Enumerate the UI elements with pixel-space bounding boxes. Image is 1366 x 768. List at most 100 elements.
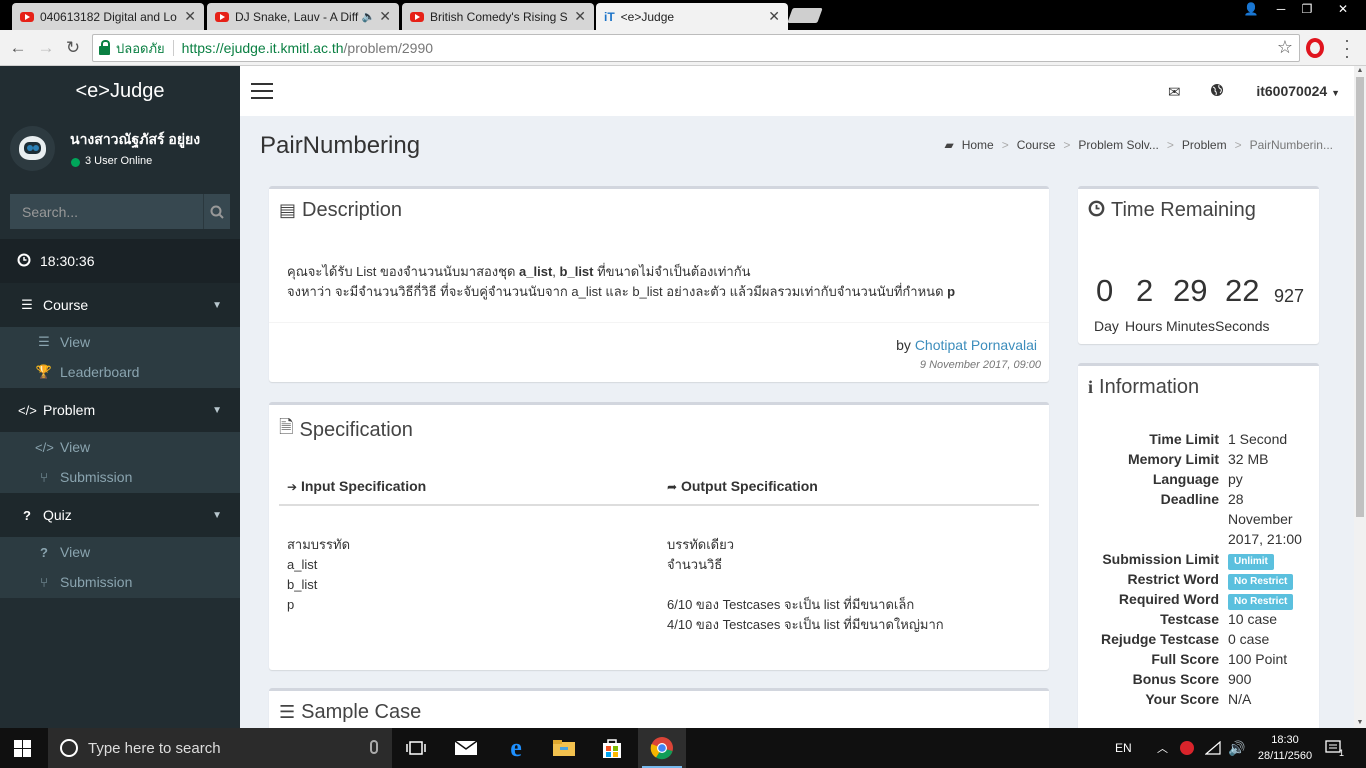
sidebar-item-problem-submission[interactable]: ⑂ Submission [0,462,240,492]
input-language[interactable]: EN [1115,728,1132,768]
edge-icon[interactable]: e [492,728,540,768]
box-title: ▤ Description [279,199,402,222]
browser-tab[interactable]: 040613182 Digital and Lo ✕ [12,3,204,30]
user-menu[interactable]: it60070024 ▼ [1256,83,1340,99]
mail-icon[interactable] [442,728,490,768]
restore-icon[interactable]: ❐ [1296,0,1318,18]
volume-icon[interactable]: 🔊 [1228,728,1245,768]
sidebar-item-quiz-view[interactable]: ? View [0,537,240,567]
desc-text-part: , [552,264,560,279]
info-key: Full Score [1151,651,1219,667]
branch-icon: ⑂ [40,469,48,485]
close-icon[interactable]: ✕ [574,8,586,25]
sidebar-item-quiz-submission[interactable]: ⑂ Submission [0,567,240,597]
info-key: Time Limit [1149,431,1219,447]
input-spec-text: สามบรรทัด a_list b_list p [287,537,351,612]
search-button[interactable] [203,194,230,229]
browser-tab-active[interactable]: iT <e>Judge ✕ [596,3,788,30]
antivirus-icon[interactable] [1180,728,1194,768]
menu-kebab-icon[interactable]: · · · [1340,31,1354,65]
store-icon[interactable] [588,728,636,768]
browser-tab[interactable]: DJ Snake, Lauv - A Diff 🔈 ✕ [207,3,399,30]
tab-title: 040613182 Digital and Lo [40,9,177,24]
breadcrumb-problem[interactable]: Problem [1182,138,1227,152]
new-tab-button[interactable] [787,8,823,23]
browser-toolbar: ← → ↻ ปลอดภัย https://ejudge.it.kmitl.ac… [0,30,1366,66]
chevron-up-icon[interactable]: ︿ [1157,728,1168,768]
description-text: คุณจะได้รับ List ของจำนวนนับมาสองชุด a_l… [287,262,955,302]
taskbar-clock[interactable]: 18:30 28/11/2560 [1250,732,1320,764]
globe-icon[interactable] [1210,83,1224,101]
time-remaining-title: Time Remaining [1111,199,1256,221]
list-alt-icon: ▤ [279,200,297,220]
chevron-down-icon: ▼ [212,299,222,311]
back-icon[interactable]: ← [7,37,29,59]
scroll-up-icon[interactable]: ▲ [1354,66,1366,76]
star-icon[interactable]: ☆ [1277,37,1293,58]
sidebar-item-problem[interactable]: </> Problem ▼ [0,388,240,432]
windows-start-icon[interactable] [14,740,32,757]
sidebar-item-leaderboard[interactable]: 🏆 Leaderboard [0,357,240,387]
breadcrumb-problem-set[interactable]: Problem Solv... [1078,138,1158,152]
browser-tab[interactable]: British Comedy's Rising S ✕ [402,3,594,30]
minutes-label: Minutes [1166,318,1216,334]
sidebar-item-label: Problem [43,402,96,418]
divider [172,40,174,56]
opera-icon[interactable] [1306,38,1324,58]
speaker-icon[interactable]: 🔈 [362,10,376,23]
info-key: Language [1152,471,1219,487]
by-label: by [896,337,911,353]
clock: 18:30:36 [0,239,240,283]
page-title: PairNumbering [260,132,421,159]
branch-icon: ⑂ [40,574,48,590]
reload-icon[interactable]: ↻ [62,37,84,59]
microphone-icon[interactable] [370,740,378,754]
chrome-icon[interactable] [638,728,686,768]
code-icon: </> [18,402,37,418]
author-link[interactable]: Chotipat Pornavalai [915,337,1037,353]
close-icon[interactable]: ✕ [184,8,196,25]
wifi-icon[interactable] [1205,728,1221,768]
sidebar-item-course[interactable]: ☰ Course ▼ [0,283,240,327]
chevron-down-icon: ▼ [212,509,222,521]
address-bar[interactable]: ปลอดภัย https://ejudge.it.kmitl.ac.th/pr… [92,34,1300,62]
sidebar-item-problem-view[interactable]: </> View [0,432,240,462]
sidebar-item-course-view[interactable]: ☰ View [0,327,240,357]
sidebar-search [10,194,230,229]
desc-var-b-list: b_list [559,264,594,279]
taskbar-search[interactable]: Type here to search [48,728,392,768]
online-status-icon [71,158,80,167]
description-footer: by Chotipat Pornavalai 9 November 2017, … [269,322,1049,384]
search-input[interactable] [10,194,203,229]
task-view-icon[interactable] [392,728,440,768]
time-remaining-box: Time Remaining 0 2 29 22 927 Day Hours M… [1078,186,1319,344]
box-title: 🗎 Specification [279,415,413,445]
quiz-submenu: ? View ⑂ Submission [0,537,240,598]
close-icon[interactable]: ✕ [379,8,391,25]
forward-icon[interactable]: → [35,37,57,59]
notification-icon[interactable]: 1 [1325,728,1344,768]
page-scrollbar[interactable]: ▲ ▼ [1354,66,1366,728]
breadcrumb-home[interactable]: Home [962,138,994,152]
info-key: Bonus Score [1132,671,1219,687]
file-explorer-icon[interactable] [540,728,588,768]
close-icon[interactable]: ✕ [768,8,780,25]
sidebar-item-quiz[interactable]: ? Quiz ▼ [0,493,240,537]
profile-icon[interactable]: 👤 [1240,0,1262,18]
envelope-icon[interactable]: ✉ [1168,83,1181,101]
minimize-icon[interactable]: ─ [1270,0,1292,18]
clock-time: 18:30:36 [40,253,95,269]
youtube-icon [20,11,34,22]
status-badge: No Restrict [1228,574,1294,590]
clock-icon [15,253,33,270]
window-close-icon[interactable]: ✕ [1330,0,1356,18]
url-path: /problem/2990 [343,40,434,56]
breadcrumb-course[interactable]: Course [1017,138,1056,152]
logo[interactable]: <e>Judge [0,66,240,116]
page: <e>Judge นางสาวณัฐภัสร์ อยู่ยง 3 User On… [0,66,1366,728]
scroll-down-icon[interactable]: ▼ [1354,718,1366,728]
info-icon: i [1088,377,1094,397]
browser-tabstrip: 040613182 Digital and Lo ✕ DJ Snake, Lau… [0,0,1366,30]
scroll-thumb[interactable] [1356,77,1364,517]
hamburger-icon[interactable] [251,83,273,99]
